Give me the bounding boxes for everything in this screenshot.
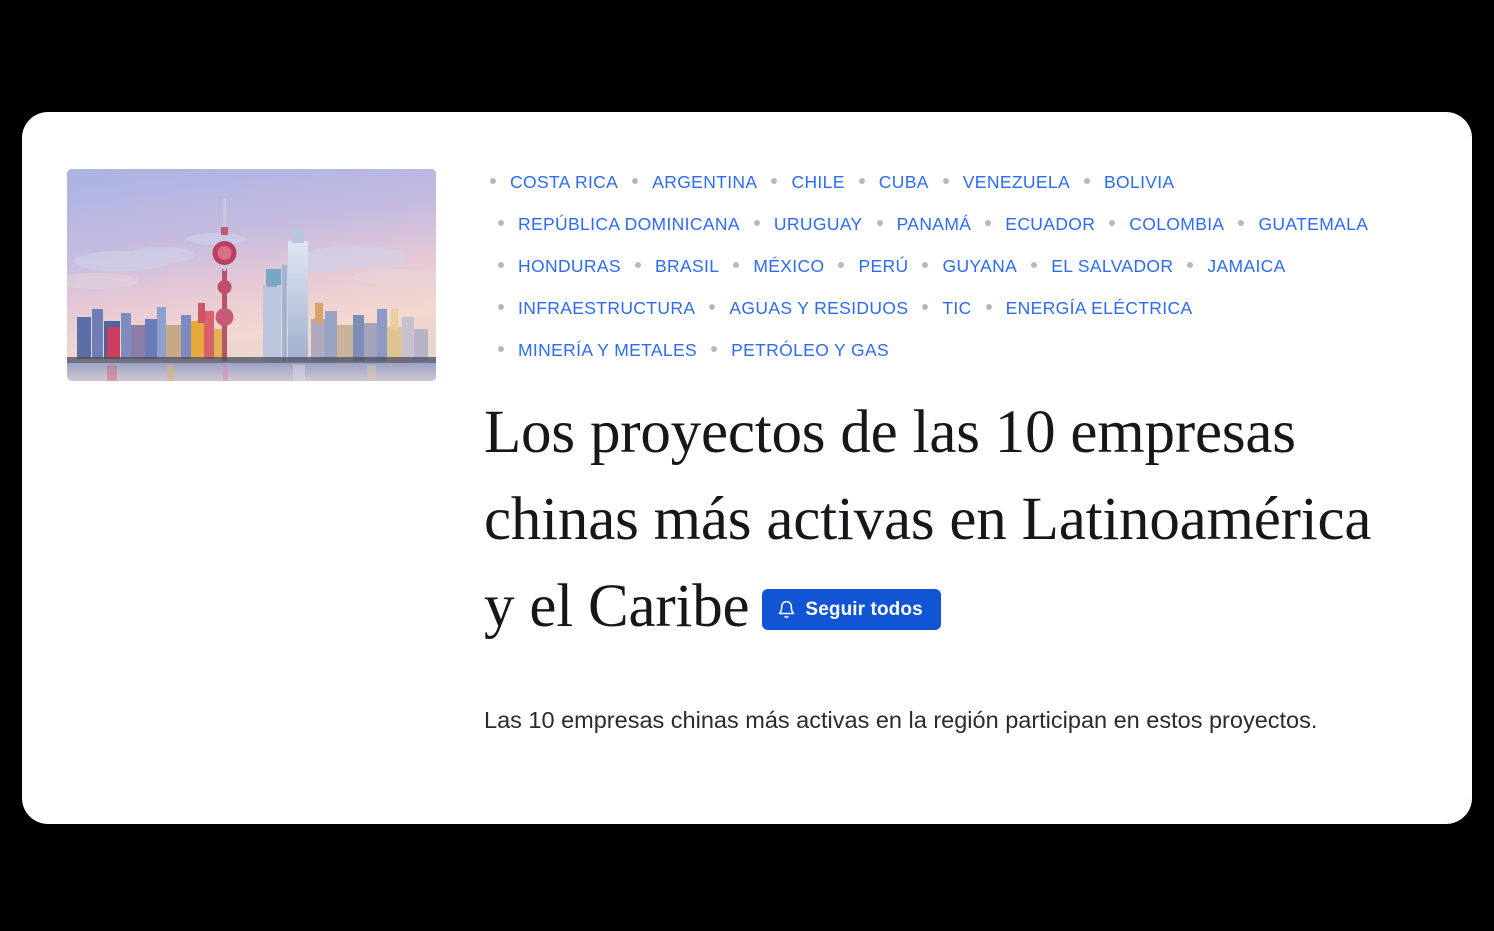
tag-link-mineria-y-metales[interactable]: MINERÍA Y METALES: [518, 329, 697, 371]
tag-item: TIC: [908, 287, 971, 329]
bullet-separator-icon: [634, 262, 641, 268]
tag-list: COSTA RICA ARGENTINA CHILE CUBA VENEZUEL…: [484, 161, 1389, 371]
tag-link-jamaica[interactable]: JAMAICA: [1207, 245, 1285, 287]
bullet-separator-icon: [1031, 262, 1038, 268]
tag-link-chile[interactable]: CHILE: [791, 161, 844, 203]
tag-item: REPÚBLICA DOMINICANA: [484, 203, 740, 245]
tag-item: CHILE: [757, 161, 844, 203]
tag-item: VENEZUELA: [929, 161, 1070, 203]
tag-link-cuba[interactable]: CUBA: [879, 161, 929, 203]
bullet-separator-icon: [711, 346, 718, 352]
bullet-separator-icon: [922, 262, 929, 268]
tag-link-peru[interactable]: PERÚ: [858, 245, 908, 287]
tag-link-mexico[interactable]: MÉXICO: [753, 245, 824, 287]
tag-item: AGUAS Y RESIDUOS: [695, 287, 908, 329]
bullet-separator-icon: [858, 178, 865, 184]
content-column: COSTA RICA ARGENTINA CHILE CUBA VENEZUEL…: [436, 112, 1472, 743]
tag-item: JAMAICA: [1173, 245, 1285, 287]
bullet-separator-icon: [771, 178, 778, 184]
tag-item: BRASIL: [621, 245, 719, 287]
headline-block: Los proyectos de las 10 empresas chinas …: [484, 389, 1402, 650]
bullet-separator-icon: [1187, 262, 1194, 268]
article-summary: Las 10 empresas chinas más activas en la…: [484, 707, 1318, 733]
tag-link-colombia[interactable]: COLOMBIA: [1129, 203, 1224, 245]
bullet-separator-icon: [709, 304, 716, 310]
card-inner: COSTA RICA ARGENTINA CHILE CUBA VENEZUEL…: [22, 112, 1472, 824]
tag-item: MÉXICO: [719, 245, 824, 287]
tag-item: EL SALVADOR: [1017, 245, 1173, 287]
bullet-separator-icon: [632, 178, 639, 184]
tag-link-tic[interactable]: TIC: [942, 287, 971, 329]
tag-item: GUATEMALA: [1224, 203, 1368, 245]
tag-item: ENERGÍA ELÉCTRICA: [972, 287, 1193, 329]
tag-item: MINERÍA Y METALES: [484, 329, 697, 371]
bullet-separator-icon: [733, 262, 740, 268]
tag-link-honduras[interactable]: HONDURAS: [518, 245, 621, 287]
skyline-illustration: [67, 169, 436, 381]
tag-link-aguas-y-residuos[interactable]: AGUAS Y RESIDUOS: [729, 287, 908, 329]
bullet-separator-icon: [838, 262, 845, 268]
bullet-separator-icon: [498, 304, 504, 310]
tag-link-infraestructura[interactable]: INFRAESTRUCTURA: [518, 287, 695, 329]
bullet-separator-icon: [985, 304, 992, 310]
tag-link-venezuela[interactable]: VENEZUELA: [963, 161, 1070, 203]
tag-link-el-salvador[interactable]: EL SALVADOR: [1051, 245, 1173, 287]
tag-link-petroleo-y-gas[interactable]: PETRÓLEO Y GAS: [731, 329, 889, 371]
tag-item: COSTA RICA: [484, 161, 618, 203]
tag-item: BOLIVIA: [1070, 161, 1175, 203]
tag-item: INFRAESTRUCTURA: [484, 287, 695, 329]
tag-item: ARGENTINA: [618, 161, 757, 203]
tag-link-guyana[interactable]: GUYANA: [942, 245, 1017, 287]
article-card: COSTA RICA ARGENTINA CHILE CUBA VENEZUEL…: [22, 112, 1472, 824]
tag-link-ecuador[interactable]: ECUADOR: [1005, 203, 1095, 245]
tag-item: PERÚ: [824, 245, 908, 287]
bullet-separator-icon: [1084, 178, 1090, 184]
bullet-separator-icon: [1109, 220, 1116, 226]
tag-link-bolivia[interactable]: BOLIVIA: [1104, 161, 1175, 203]
bullet-separator-icon: [985, 220, 992, 226]
tag-link-costa-rica[interactable]: COSTA RICA: [510, 161, 618, 203]
bullet-separator-icon: [753, 220, 760, 226]
bullet-separator-icon: [876, 220, 883, 226]
tag-item: PETRÓLEO Y GAS: [697, 329, 889, 371]
bullet-separator-icon: [490, 178, 496, 184]
tag-item: COLOMBIA: [1095, 203, 1224, 245]
bullet-separator-icon: [498, 346, 504, 352]
tag-link-uruguay[interactable]: URUGUAY: [774, 203, 863, 245]
tag-item: CUBA: [845, 161, 929, 203]
bullet-separator-icon: [922, 304, 929, 310]
bullet-separator-icon: [1238, 220, 1245, 226]
tag-item: GUYANA: [908, 245, 1017, 287]
follow-all-button[interactable]: Seguir todos: [762, 589, 941, 630]
city-skyline-image[interactable]: [67, 169, 436, 381]
tag-link-republica-dominicana[interactable]: REPÚBLICA DOMINICANA: [518, 203, 740, 245]
tag-link-brasil[interactable]: BRASIL: [655, 245, 719, 287]
thumbnail-column: [22, 112, 436, 381]
tag-link-argentina[interactable]: ARGENTINA: [652, 161, 757, 203]
tag-item: URUGUAY: [740, 203, 863, 245]
tag-link-guatemala[interactable]: GUATEMALA: [1258, 203, 1368, 245]
bullet-separator-icon: [498, 220, 504, 226]
tag-item: HONDURAS: [484, 245, 621, 287]
tag-link-energia-electrica[interactable]: ENERGÍA ELÉCTRICA: [1006, 287, 1193, 329]
page-root: COSTA RICA ARGENTINA CHILE CUBA VENEZUEL…: [0, 0, 1494, 931]
tag-item: PANAMÁ: [863, 203, 972, 245]
bell-icon: [777, 600, 796, 619]
bullet-separator-icon: [498, 262, 504, 268]
bullet-separator-icon: [942, 178, 949, 184]
tag-link-panama[interactable]: PANAMÁ: [897, 203, 972, 245]
tag-item: ECUADOR: [971, 203, 1095, 245]
follow-all-label: Seguir todos: [805, 599, 923, 620]
